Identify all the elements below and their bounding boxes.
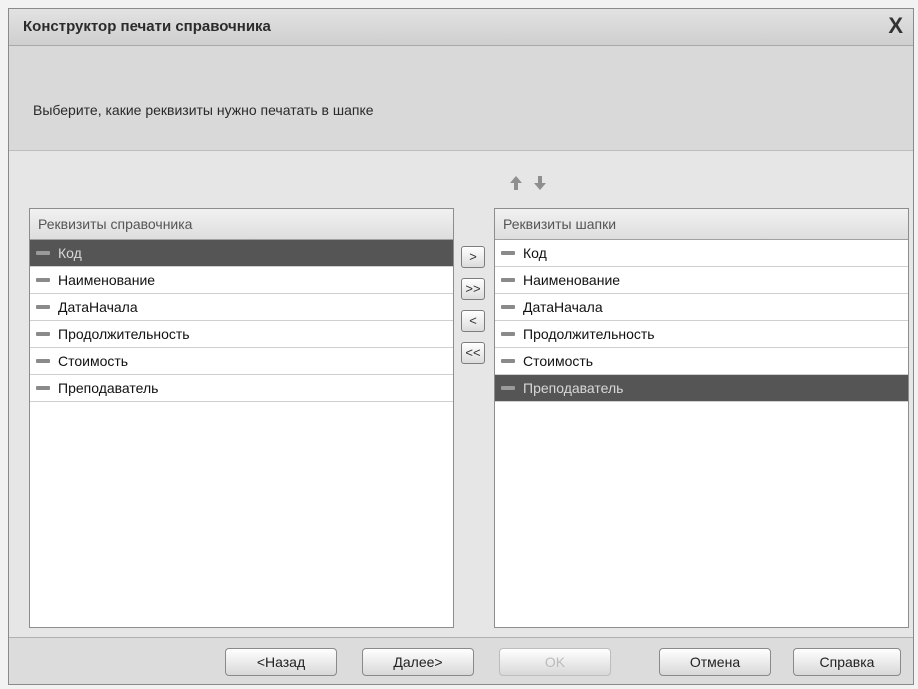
catalog-attributes-header: Реквизиты справочника bbox=[30, 209, 453, 240]
attribute-icon bbox=[36, 386, 50, 390]
list-item-label: Преподаватель bbox=[58, 380, 159, 396]
list-item-label: Стоимость bbox=[523, 353, 594, 369]
list-item[interactable]: Продолжительность bbox=[30, 321, 453, 348]
header-attributes-list: Код Наименование ДатаНачала Продолжительнос… bbox=[495, 240, 908, 402]
list-item-label: Код bbox=[58, 245, 82, 261]
header-attributes-header: Реквизиты шапки bbox=[495, 209, 908, 240]
attribute-icon bbox=[36, 305, 50, 309]
header-attributes-panel: Реквизиты шапки Код Наименование ДатаНачал… bbox=[494, 208, 909, 628]
arrow-up-icon[interactable] bbox=[509, 175, 523, 191]
list-item[interactable]: Преподаватель bbox=[30, 375, 453, 402]
attribute-icon bbox=[501, 359, 515, 363]
reorder-controls bbox=[509, 175, 547, 191]
instruction-text: Выберите, какие реквизиты нужно печатать… bbox=[33, 102, 374, 118]
list-item-label: Преподаватель bbox=[523, 380, 624, 396]
move-all-left-button[interactable]: << bbox=[461, 342, 485, 364]
list-item-label: Стоимость bbox=[58, 353, 129, 369]
list-item-label: ДатаНачала bbox=[523, 299, 603, 315]
list-item-label: Наименование bbox=[58, 272, 156, 288]
list-item-label: Наименование bbox=[523, 272, 621, 288]
move-all-right-button[interactable]: >> bbox=[461, 278, 485, 300]
list-item[interactable]: Наименование bbox=[495, 267, 908, 294]
list-item[interactable]: Преподаватель bbox=[495, 375, 908, 402]
close-icon[interactable]: X bbox=[888, 13, 903, 39]
list-item-label: ДатаНачала bbox=[58, 299, 138, 315]
instruction-band: Выберите, какие реквизиты нужно печатать… bbox=[9, 46, 913, 151]
attribute-icon bbox=[36, 251, 50, 255]
arrow-down-icon[interactable] bbox=[533, 175, 547, 191]
list-item[interactable]: Стоимость bbox=[30, 348, 453, 375]
list-item-label: Продолжительность bbox=[523, 326, 655, 342]
attribute-icon bbox=[501, 305, 515, 309]
ok-button[interactable]: OK bbox=[499, 648, 611, 676]
list-item-label: Код bbox=[523, 245, 547, 261]
title-bar: Конструктор печати справочника X bbox=[9, 9, 913, 46]
transfer-buttons: > >> < << bbox=[461, 246, 487, 374]
list-item[interactable]: Наименование bbox=[30, 267, 453, 294]
help-button[interactable]: Справка bbox=[793, 648, 901, 676]
print-constructor-dialog: Конструктор печати справочника X Выберит… bbox=[8, 8, 914, 685]
move-left-button[interactable]: < bbox=[461, 310, 485, 332]
attribute-icon bbox=[501, 251, 515, 255]
list-item[interactable]: ДатаНачала bbox=[30, 294, 453, 321]
list-item[interactable]: Стоимость bbox=[495, 348, 908, 375]
attribute-icon bbox=[36, 359, 50, 363]
attribute-icon bbox=[501, 278, 515, 282]
list-item[interactable]: Код bbox=[495, 240, 908, 267]
catalog-attributes-panel: Реквизиты справочника Код Наименование Дат… bbox=[29, 208, 454, 628]
attribute-icon bbox=[36, 332, 50, 336]
move-right-button[interactable]: > bbox=[461, 246, 485, 268]
attribute-icon bbox=[36, 278, 50, 282]
catalog-attributes-list: Код Наименование ДатаНачала Продолжительнос… bbox=[30, 240, 453, 402]
footer-bar: <Назад Далее> OK Отмена Справка bbox=[9, 637, 913, 684]
list-item[interactable]: ДатаНачала bbox=[495, 294, 908, 321]
attribute-icon bbox=[501, 332, 515, 336]
list-item[interactable]: Продолжительность bbox=[495, 321, 908, 348]
cancel-button[interactable]: Отмена bbox=[659, 648, 771, 676]
next-button[interactable]: Далее> bbox=[362, 648, 474, 676]
list-item[interactable]: Код bbox=[30, 240, 453, 267]
window-title: Конструктор печати справочника bbox=[23, 18, 271, 35]
attribute-icon bbox=[501, 386, 515, 390]
back-button[interactable]: <Назад bbox=[225, 648, 337, 676]
list-item-label: Продолжительность bbox=[58, 326, 190, 342]
